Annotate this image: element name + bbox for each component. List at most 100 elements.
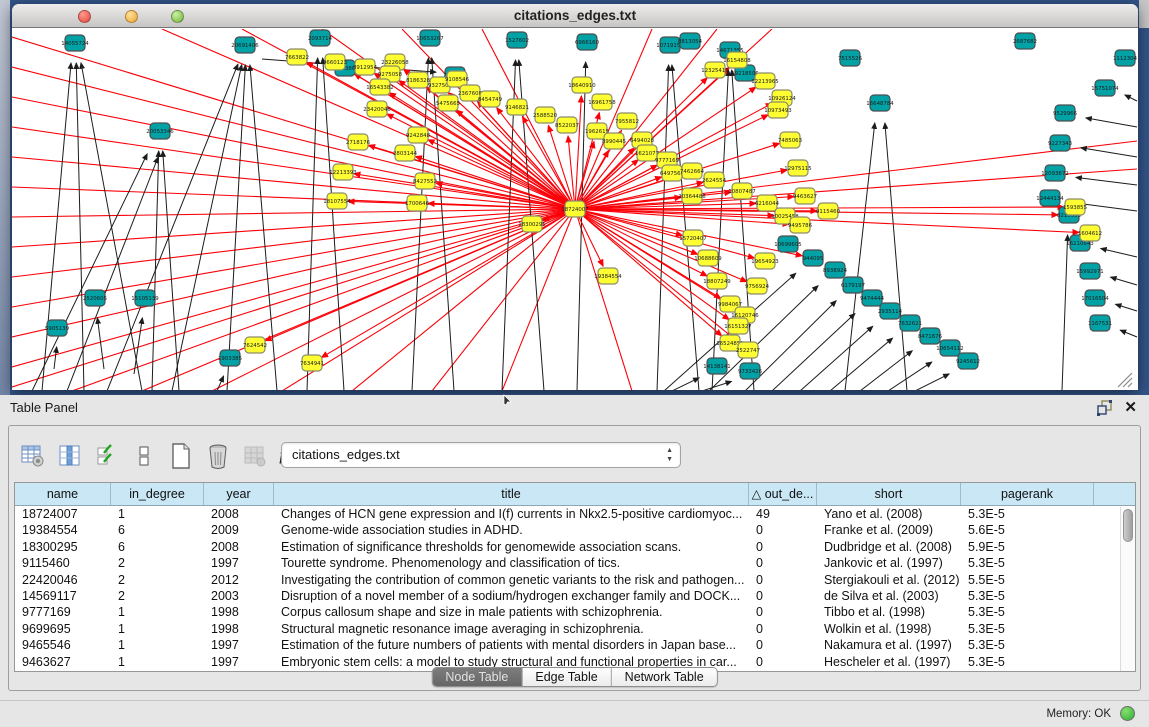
- table-cell[interactable]: Hescheler et al. (1997): [817, 654, 961, 670]
- col-header-name[interactable]: name: [15, 483, 111, 505]
- graph-node-yellow[interactable]: 18640910: [568, 77, 596, 93]
- graph-node-yellow[interactable]: 9242848: [406, 127, 431, 143]
- graph-node-teal[interactable]: 1112304: [1113, 50, 1138, 66]
- table-cell[interactable]: 2008: [204, 539, 274, 555]
- table-cell[interactable]: Estimation of significance thresholds fo…: [274, 539, 749, 555]
- table-cell[interactable]: 0: [749, 621, 817, 637]
- row-height-icon[interactable]: [130, 443, 157, 470]
- tab-node-table[interactable]: Node Table: [432, 668, 522, 686]
- graph-node-yellow[interactable]: 5475665: [436, 95, 460, 111]
- table-cell[interactable]: 19384554: [15, 522, 111, 538]
- delete-trash-icon[interactable]: [204, 443, 231, 470]
- graph-node-yellow[interactable]: 8990445: [602, 133, 626, 149]
- table-settings-icon[interactable]: [19, 443, 46, 470]
- network-canvas[interactable]: 1405572420691406209371410653267152760269…: [12, 29, 1138, 390]
- graph-node-yellow[interactable]: 16151327: [724, 318, 751, 334]
- graph-node-yellow[interactable]: 2718176: [346, 134, 371, 150]
- graph-node-yellow[interactable]: 2624554: [702, 172, 727, 188]
- table-row[interactable]: 1456911722003Disruption of a novel membe…: [15, 588, 1135, 604]
- table-cell[interactable]: Jankovic et al. (1997): [817, 555, 961, 571]
- graph-node-teal[interactable]: 2093714: [308, 30, 333, 46]
- table-cell[interactable]: Franke et al. (2009): [817, 522, 961, 538]
- graph-node-yellow[interactable]: 10973493: [764, 102, 791, 118]
- table-cell[interactable]: 9777169: [15, 604, 111, 620]
- table-cell[interactable]: 0: [749, 604, 817, 620]
- graph-node-yellow[interactable]: 18107554: [323, 193, 351, 209]
- table-cell[interactable]: 9699695: [15, 621, 111, 637]
- graph-node-yellow[interactable]: 16154808: [723, 52, 751, 68]
- graph-node-yellow[interactable]: 8186328: [406, 72, 431, 88]
- table-row[interactable]: 946554611997Estimation of the future num…: [15, 637, 1135, 653]
- graph-node-teal[interactable]: 9474444: [860, 290, 885, 306]
- graph-node-yellow[interactable]: 1700646: [405, 195, 430, 211]
- table-row[interactable]: 969969511998Structural magnetic resonanc…: [15, 621, 1135, 637]
- table-cell[interactable]: 1997: [204, 555, 274, 571]
- table-cell[interactable]: 9463627: [15, 654, 111, 670]
- table-cell[interactable]: 2012: [204, 572, 274, 588]
- graph-node-yellow[interactable]: 18724007: [561, 201, 588, 217]
- network-graph[interactable]: 1405572420691406209371410653267152760269…: [12, 29, 1138, 390]
- float-panel-icon[interactable]: [1097, 400, 1113, 416]
- table-cell[interactable]: 5.6E-5: [961, 522, 1094, 538]
- graph-node-yellow[interactable]: 8454749: [478, 91, 503, 107]
- graph-node-teal[interactable]: 9733426: [738, 363, 763, 379]
- graph-node-teal[interactable]: 10699605: [774, 236, 801, 252]
- table-cell[interactable]: 0: [749, 654, 817, 670]
- col-header-year[interactable]: year: [204, 483, 274, 505]
- table-cell[interactable]: Investigating the contribution of common…: [274, 572, 749, 588]
- table-cell[interactable]: Yano et al. (2008): [817, 506, 961, 522]
- graph-node-yellow[interactable]: 12213965: [751, 73, 778, 89]
- graph-node-teal[interactable]: 20691406: [231, 37, 259, 53]
- table-cell[interactable]: 5.3E-5: [961, 621, 1094, 637]
- graph-node-yellow[interactable]: 1593855: [1063, 199, 1087, 215]
- col-header-title[interactable]: title: [274, 483, 749, 505]
- table-cell[interactable]: 5.9E-5: [961, 539, 1094, 555]
- table-cell[interactable]: 14569117: [15, 588, 111, 604]
- graph-node-yellow[interactable]: 7663822: [285, 49, 309, 65]
- graph-node-teal[interactable]: 8938924: [823, 262, 848, 278]
- graph-node-teal[interactable]: 10653267: [416, 30, 443, 46]
- graph-node-teal[interactable]: 9529966: [1053, 105, 1078, 121]
- graph-node-teal[interactable]: 7515526: [838, 50, 863, 66]
- graph-node-yellow[interactable]: 8912954: [353, 59, 378, 75]
- table-cell[interactable]: 18300295: [15, 539, 111, 555]
- graph-node-teal[interactable]: 16648784: [866, 95, 894, 111]
- table-row[interactable]: 1938455462009Genome-wide association stu…: [15, 522, 1135, 538]
- graph-node-yellow[interactable]: 16543382: [366, 79, 393, 95]
- graph-node-yellow[interactable]: 1604612: [1078, 225, 1102, 241]
- graph-node-teal[interactable]: 8471676: [918, 328, 943, 344]
- graph-node-teal[interactable]: 6179197: [841, 277, 865, 293]
- table-row[interactable]: 2242004622012Investigating the contribut…: [15, 572, 1135, 588]
- table-cell[interactable]: 5.3E-5: [961, 604, 1094, 620]
- graph-node-yellow[interactable]: 2588520: [533, 107, 558, 123]
- graph-node-teal[interactable]: 1903385: [218, 350, 242, 366]
- table-cell[interactable]: Estimation of the future numbers of pati…: [274, 637, 749, 653]
- table-cell[interactable]: 2003: [204, 588, 274, 604]
- table-cell[interactable]: 9465546: [15, 637, 111, 653]
- close-window-icon[interactable]: [78, 10, 91, 23]
- table-cell[interactable]: de Silva et al. (2003): [817, 588, 961, 604]
- graph-node-teal[interactable]: 2935114: [878, 303, 903, 319]
- table-cell[interactable]: 1: [111, 506, 204, 522]
- graph-node-yellow[interactable]: 9115460: [816, 203, 841, 219]
- resize-grip[interactable]: [1118, 373, 1132, 387]
- graph-node-yellow[interactable]: 12325419: [701, 62, 729, 78]
- graph-node-teal[interactable]: 15992971: [1076, 263, 1103, 279]
- graph-node-teal[interactable]: 9227343: [1048, 135, 1072, 151]
- memory-status-indicator[interactable]: [1120, 706, 1135, 721]
- graph-node-teal[interactable]: 7632621: [898, 315, 922, 331]
- graph-node-teal[interactable]: 15105139: [131, 290, 159, 306]
- graph-node-teal[interactable]: 14055724: [61, 35, 89, 51]
- graph-node-teal[interactable]: 14138141: [703, 358, 730, 374]
- graph-node-yellow[interactable]: 9756924: [745, 278, 770, 294]
- graph-node-yellow[interactable]: 10688609: [694, 250, 722, 266]
- table-cell[interactable]: 6: [111, 539, 204, 555]
- graph-node-yellow[interactable]: 7462664: [680, 163, 705, 179]
- graph-node-teal[interactable]: 2520605: [83, 290, 107, 306]
- col-header-short[interactable]: short: [817, 483, 961, 505]
- table-cell[interactable]: 5.3E-5: [961, 506, 1094, 522]
- table-cell[interactable]: Genome-wide association studies in ADHD.: [274, 522, 749, 538]
- table-cell[interactable]: 0: [749, 522, 817, 538]
- table-cell[interactable]: 6: [111, 522, 204, 538]
- table-cell[interactable]: 1: [111, 654, 204, 670]
